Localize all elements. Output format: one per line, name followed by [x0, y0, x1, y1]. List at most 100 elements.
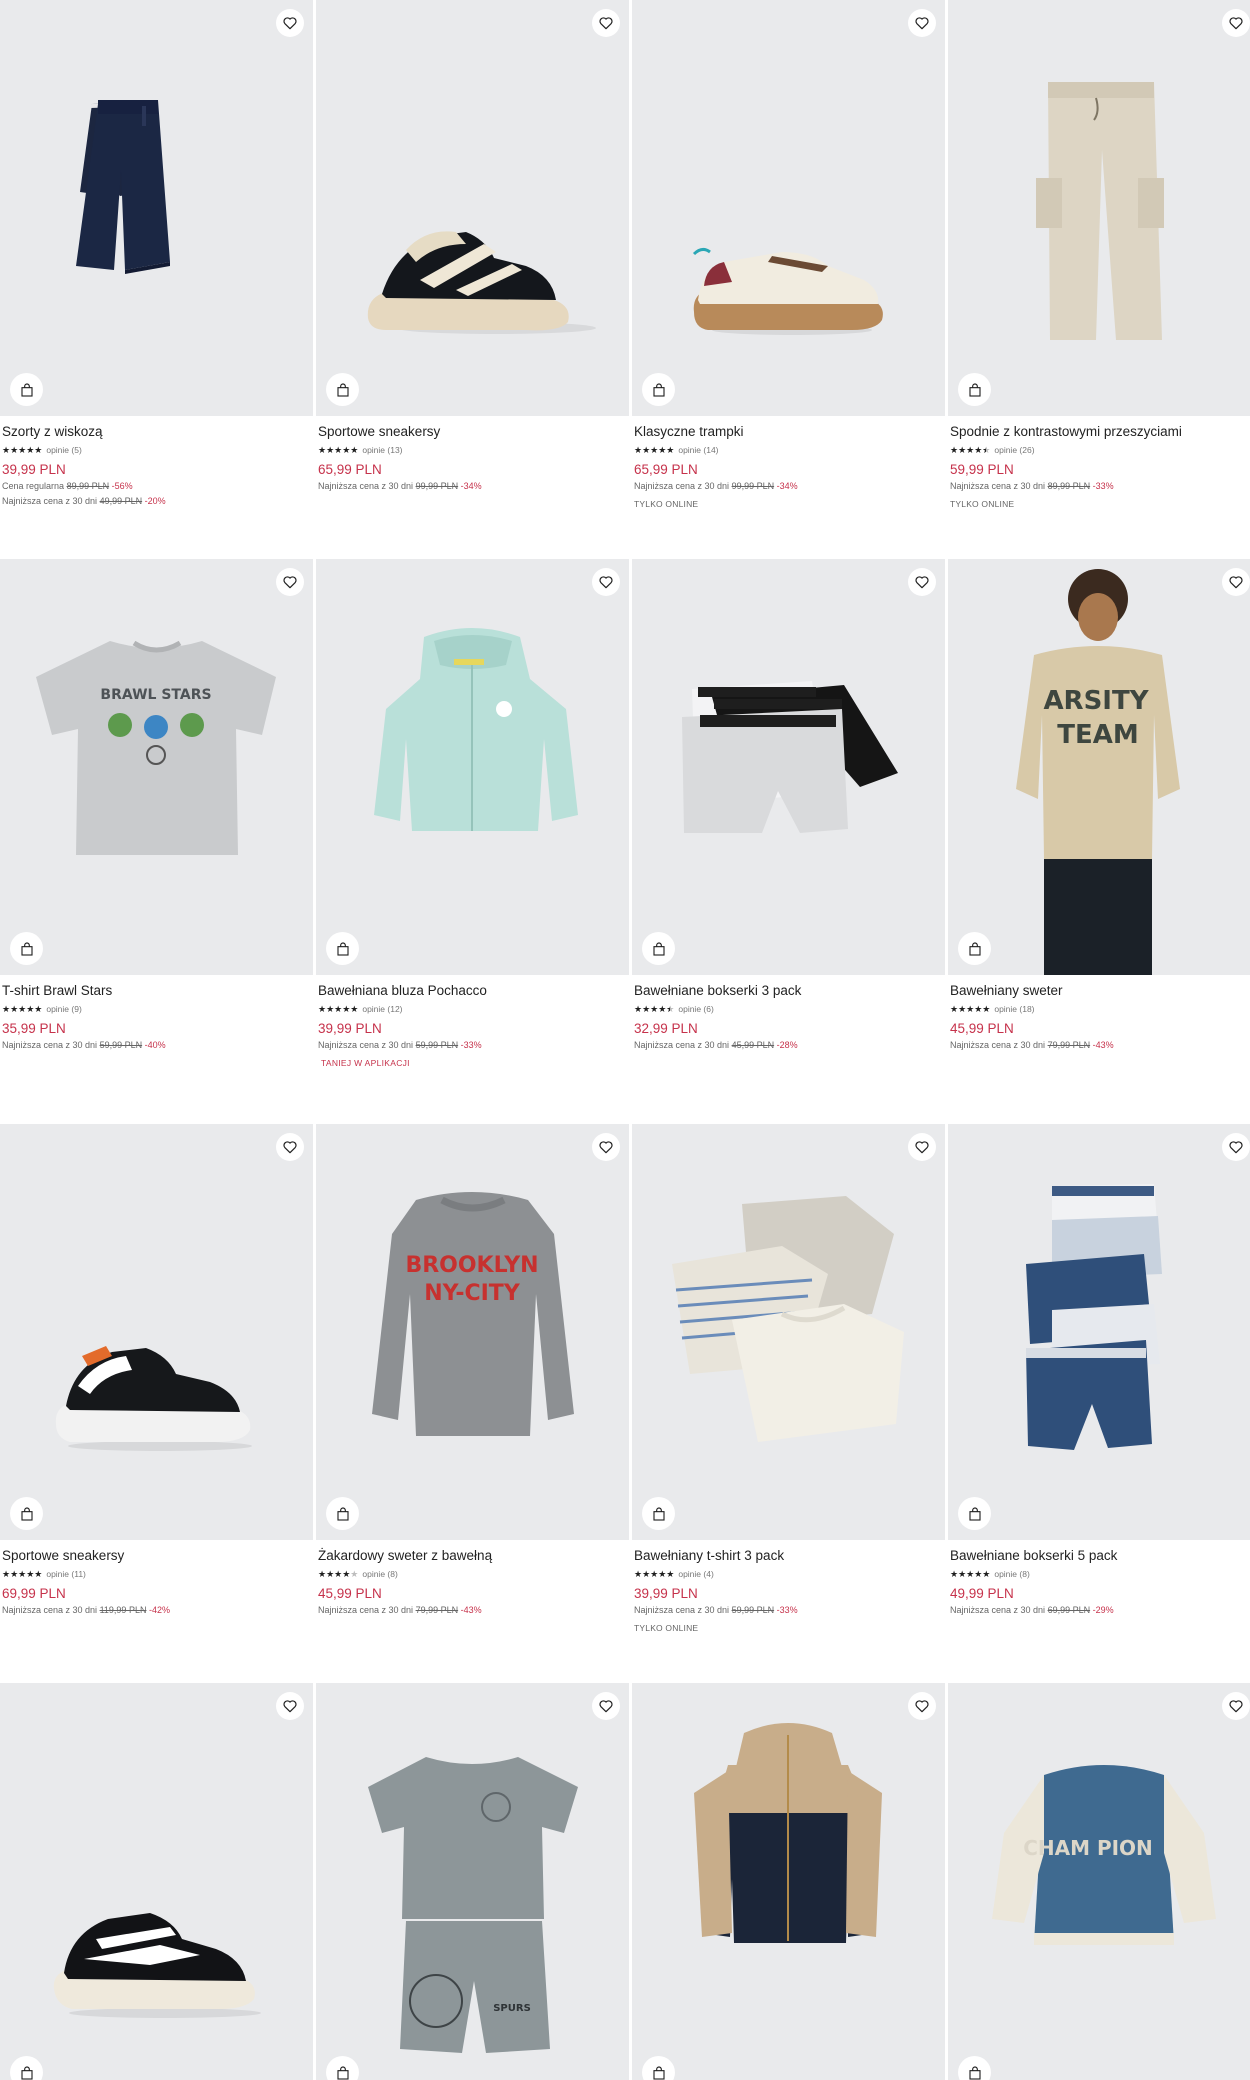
- favorite-button[interactable]: [1222, 568, 1250, 596]
- product-name[interactable]: Bawełniana bluza Pochacco: [318, 982, 627, 1000]
- add-to-cart-button[interactable]: [958, 373, 991, 406]
- product-name[interactable]: Bawełniane bokserki 5 pack: [950, 1547, 1250, 1565]
- review-count[interactable]: opinie (4): [678, 1569, 713, 1579]
- product-image[interactable]: CHAM PION: [948, 1683, 1250, 2080]
- product-price: 49,99 PLN: [950, 1586, 1014, 1601]
- product-card[interactable]: Szorty z wiskozą ★★★★★ opinie (5) 39,99 P…: [0, 0, 313, 559]
- product-image[interactable]: [0, 0, 313, 416]
- add-to-cart-button[interactable]: [10, 373, 43, 406]
- product-image[interactable]: [0, 1124, 313, 1540]
- product-image[interactable]: [316, 559, 629, 975]
- product-name[interactable]: Spodnie z kontrastowymi przeszyciami: [950, 423, 1250, 441]
- product-card[interactable]: SPURS: [316, 1683, 629, 2080]
- favorite-button[interactable]: [592, 9, 620, 37]
- favorite-button[interactable]: [592, 568, 620, 596]
- review-count[interactable]: opinie (13): [362, 445, 402, 455]
- product-image[interactable]: [632, 0, 945, 416]
- favorite-button[interactable]: [276, 1692, 304, 1720]
- product-image[interactable]: [632, 1124, 945, 1540]
- add-to-cart-button[interactable]: [958, 1497, 991, 1530]
- review-count[interactable]: opinie (9): [46, 1004, 81, 1014]
- product-name[interactable]: T-shirt Brawl Stars: [2, 982, 311, 1000]
- product-card[interactable]: Klasyczne trampki ★★★★★ opinie (14) 65,99…: [632, 0, 945, 559]
- add-to-cart-button[interactable]: [642, 373, 675, 406]
- favorite-button[interactable]: [1222, 9, 1250, 37]
- product-card[interactable]: CHAM PION: [948, 1683, 1250, 2080]
- product-image[interactable]: [632, 559, 945, 975]
- product-image-tshirt: BRAWL STARS: [36, 640, 276, 855]
- product-name[interactable]: Bawełniane bokserki 3 pack: [634, 982, 943, 1000]
- favorite-button[interactable]: [1222, 1133, 1250, 1161]
- add-to-cart-button[interactable]: [326, 932, 359, 965]
- review-count[interactable]: opinie (6): [678, 1004, 713, 1014]
- product-image[interactable]: [632, 1683, 945, 2080]
- favorite-button[interactable]: [276, 9, 304, 37]
- product-name[interactable]: Sportowe sneakersy: [318, 423, 627, 441]
- review-count[interactable]: opinie (8): [362, 1569, 397, 1579]
- favorite-button[interactable]: [276, 1133, 304, 1161]
- review-count[interactable]: opinie (8): [994, 1569, 1029, 1579]
- product-name[interactable]: Sportowe sneakersy: [2, 1547, 311, 1565]
- product-card[interactable]: Bawełniane bokserki 3 pack ★★★★★★opinie …: [632, 559, 945, 1124]
- product-image[interactable]: [316, 0, 629, 416]
- review-count[interactable]: opinie (26): [994, 445, 1034, 455]
- product-card[interactable]: BROOKLYN NY-CITY Żakardowy sweter z bawe…: [316, 1124, 629, 1683]
- product-image[interactable]: BRAWL STARS: [0, 559, 313, 975]
- review-count[interactable]: opinie (11): [46, 1569, 86, 1579]
- favorite-button[interactable]: [908, 1692, 936, 1720]
- add-to-cart-button[interactable]: [326, 1497, 359, 1530]
- add-to-cart-button[interactable]: [326, 373, 359, 406]
- product-card[interactable]: Bawełniane bokserki 5 pack ★★★★★ opinie (…: [948, 1124, 1250, 1683]
- add-to-cart-button[interactable]: [10, 1497, 43, 1530]
- review-count[interactable]: opinie (14): [678, 445, 718, 455]
- product-name[interactable]: Bawełniany t-shirt 3 pack: [634, 1547, 943, 1565]
- review-count[interactable]: opinie (12): [362, 1004, 402, 1014]
- product-card[interactable]: Bawełniany t-shirt 3 pack ★★★★★ opinie (4…: [632, 1124, 945, 1683]
- old-price: 99,99 PLN: [415, 481, 459, 491]
- product-card[interactable]: [632, 1683, 945, 2080]
- add-to-cart-button[interactable]: [958, 932, 991, 965]
- svg-text:SPURS: SPURS: [493, 2003, 531, 2014]
- product-card[interactable]: Bawełniana bluza Pochacco ★★★★★ opinie (1…: [316, 559, 629, 1124]
- favorite-button[interactable]: [908, 1133, 936, 1161]
- discount: -43%: [1092, 1040, 1114, 1050]
- product-name[interactable]: Bawełniany sweter: [950, 982, 1250, 1000]
- product-card[interactable]: [0, 1683, 313, 2080]
- favorite-button[interactable]: [1222, 1692, 1250, 1720]
- review-count[interactable]: opinie (18): [994, 1004, 1034, 1014]
- add-to-cart-button[interactable]: [10, 932, 43, 965]
- add-to-cart-button[interactable]: [642, 932, 675, 965]
- review-count[interactable]: opinie (5): [46, 445, 81, 455]
- product-name[interactable]: Szorty z wiskozą: [2, 423, 311, 441]
- shopping-bag-icon: [968, 1506, 981, 1521]
- favorite-button[interactable]: [276, 568, 304, 596]
- product-image[interactable]: [948, 0, 1250, 416]
- favorite-button[interactable]: [592, 1133, 620, 1161]
- product-card[interactable]: Sportowe sneakersy ★★★★★ opinie (11) 69,9…: [0, 1124, 313, 1683]
- product-card[interactable]: BRAWL STARS T-shirt Brawl Stars ★★★★★ opi…: [0, 559, 313, 1124]
- product-card[interactable]: Spodnie z kontrastowymi przeszyciami ★★★…: [948, 0, 1250, 559]
- product-name[interactable]: Żakardowy sweter z bawełną: [318, 1547, 627, 1565]
- shopping-bag-icon: [336, 941, 349, 956]
- favorite-button[interactable]: [908, 568, 936, 596]
- product-image[interactable]: [0, 1683, 313, 2080]
- heart-icon: [283, 1700, 297, 1713]
- old-price: 89,99 PLN: [1047, 481, 1091, 491]
- product-image[interactable]: BROOKLYN NY-CITY: [316, 1124, 629, 1540]
- star-icon: ★★★★★★: [634, 1003, 675, 1014]
- price-history-label: Najniższa cena z 30 dni: [950, 1605, 1046, 1615]
- product-card[interactable]: ARSITY TEAM Bawełniany sweter ★★★★★ opini…: [948, 559, 1250, 1124]
- product-image[interactable]: ARSITY TEAM: [948, 559, 1250, 975]
- product-price: 39,99 PLN: [318, 1021, 382, 1036]
- product-price: 32,99 PLN: [634, 1021, 698, 1036]
- product-image[interactable]: [948, 1124, 1250, 1540]
- heart-icon: [915, 576, 929, 589]
- star-icon: ★★★★★: [318, 1003, 359, 1014]
- product-rating: ★★★★★ opinie (5): [2, 443, 311, 456]
- favorite-button[interactable]: [908, 9, 936, 37]
- product-image[interactable]: SPURS: [316, 1683, 629, 2080]
- product-name[interactable]: Klasyczne trampki: [634, 423, 943, 441]
- product-card[interactable]: Sportowe sneakersy ★★★★★ opinie (13) 65,9…: [316, 0, 629, 559]
- favorite-button[interactable]: [592, 1692, 620, 1720]
- add-to-cart-button[interactable]: [642, 1497, 675, 1530]
